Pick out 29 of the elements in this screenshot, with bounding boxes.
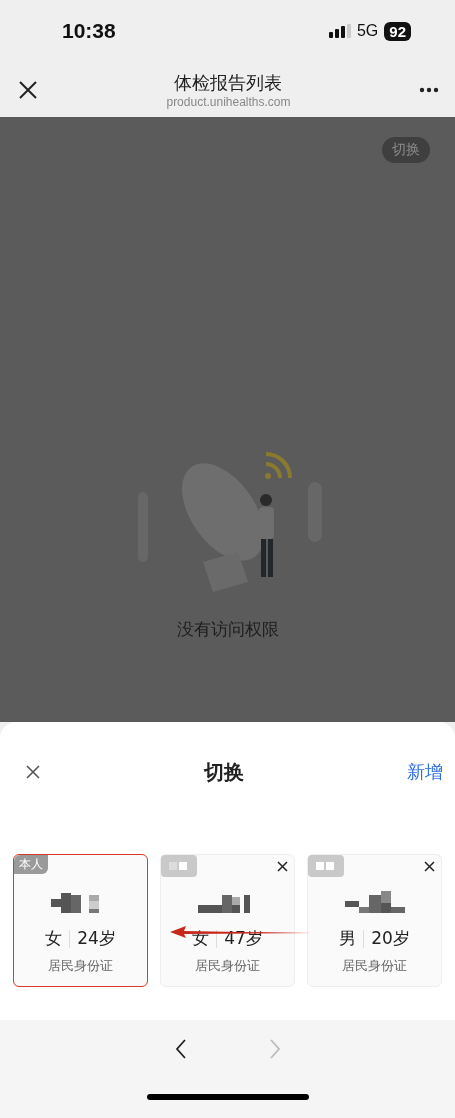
close-button[interactable]: [18, 79, 38, 100]
status-time: 10:38: [62, 19, 116, 43]
add-button[interactable]: 新增: [407, 760, 443, 784]
id-type-label: 居民身份证: [195, 957, 260, 975]
sheet-title: 切换: [203, 758, 244, 786]
blurred-name-drawing: [344, 891, 405, 913]
blurred-tag-drawing: [308, 855, 344, 877]
remove-button[interactable]: [277, 861, 288, 872]
gender-label: 女: [45, 927, 63, 950]
more-button[interactable]: [419, 86, 439, 93]
page-title: 体检报告列表: [174, 70, 283, 95]
network-label: 5G: [356, 22, 379, 40]
id-type-label: 居民身份证: [342, 957, 407, 975]
close-button[interactable]: [26, 765, 40, 779]
blurred-tag-drawing: [161, 855, 197, 877]
age-label: 20岁: [371, 927, 410, 950]
member-card[interactable]: 本人 女 24岁 居民身份证: [13, 854, 148, 987]
gender-label: 男: [339, 927, 357, 950]
remove-button[interactable]: [424, 861, 435, 872]
gender-label: 女: [192, 927, 210, 950]
self-tag: 本人: [14, 855, 48, 874]
id-type-label: 居民身份证: [48, 957, 113, 975]
previous-button[interactable]: [174, 1038, 187, 1060]
signal-icon: [328, 24, 351, 38]
age-label: 24岁: [77, 927, 116, 950]
member-card[interactable]: 男 20岁 居民身份证: [307, 854, 442, 987]
no-access-message: 没有访问权限: [176, 618, 279, 641]
battery-level: 92: [384, 21, 411, 41]
page-url: product.unihealths.com: [166, 94, 291, 109]
